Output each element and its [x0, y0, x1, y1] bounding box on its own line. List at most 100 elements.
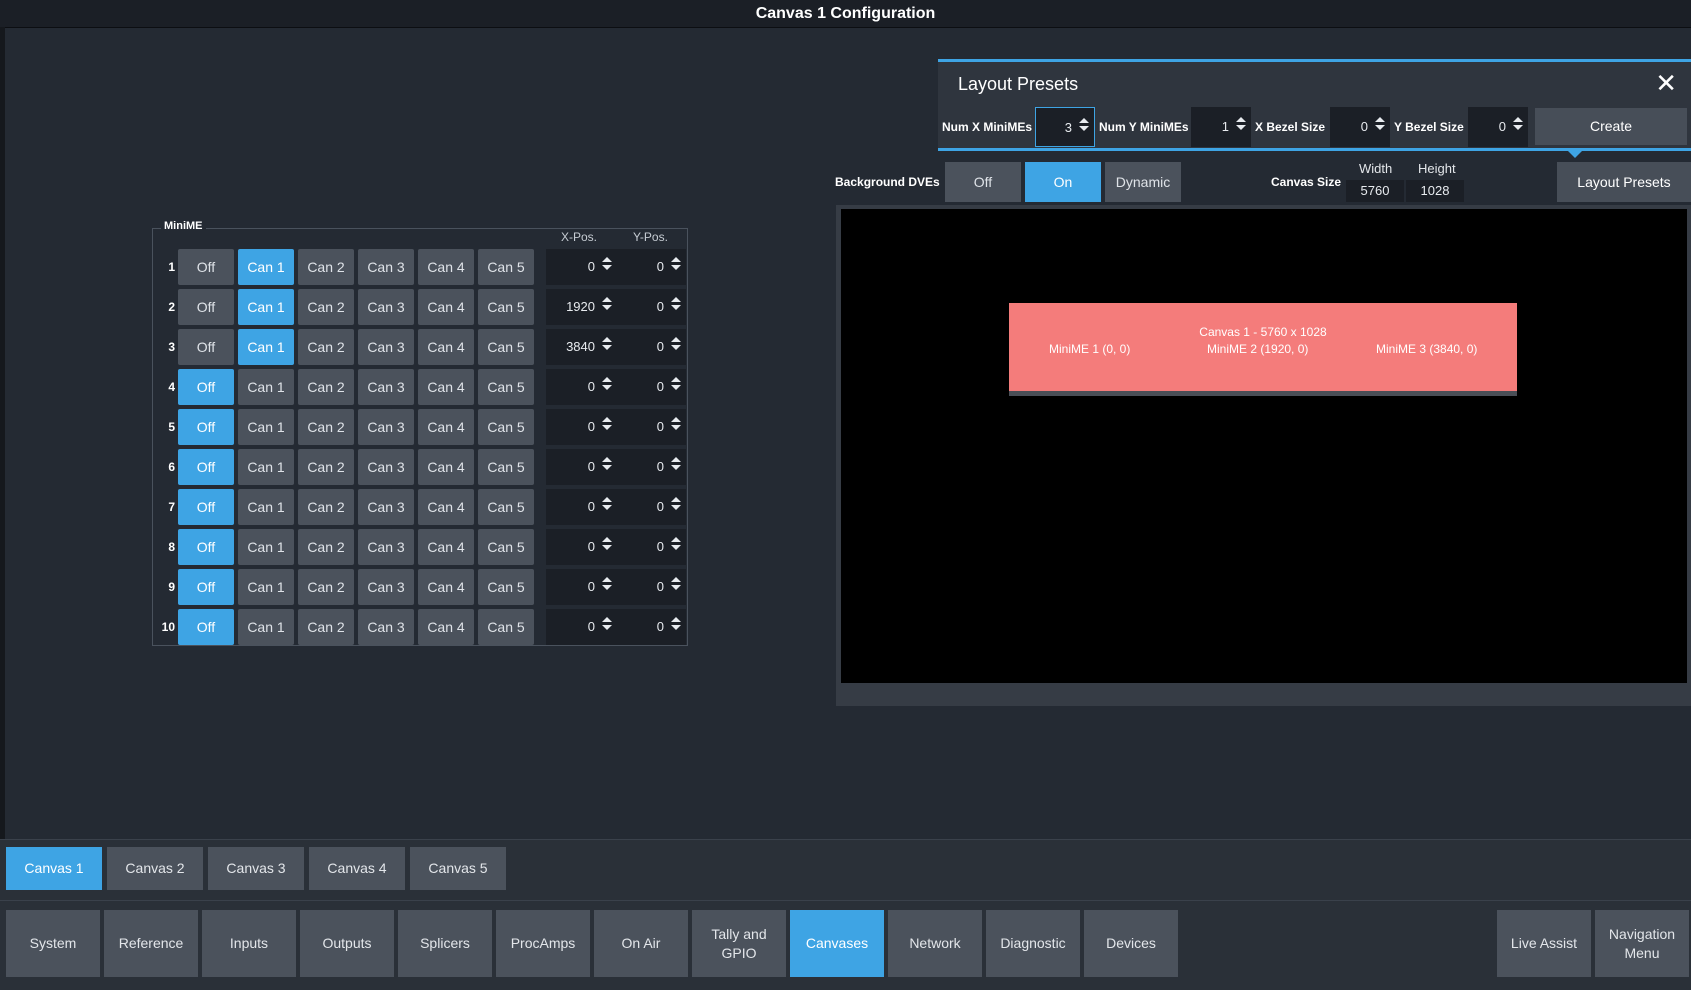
x-bezel-stepper-icon[interactable] — [1374, 114, 1386, 140]
can-2-button[interactable]: Can 2 — [298, 529, 354, 565]
y-pos-input[interactable]: 0 — [617, 449, 686, 485]
nav-diagnostic-button[interactable]: Diagnostic — [986, 910, 1080, 977]
tab-canvas-2[interactable]: Canvas 2 — [107, 847, 203, 890]
y-pos-stepper-icon[interactable] — [670, 334, 682, 360]
can-4-button[interactable]: Can 4 — [418, 289, 474, 325]
can-4-button[interactable]: Can 4 — [418, 489, 474, 525]
x-pos-stepper-icon[interactable] — [601, 254, 613, 280]
can-5-button[interactable]: Can 5 — [478, 449, 534, 485]
y-pos-input[interactable]: 0 — [617, 409, 686, 445]
nav-devices-button[interactable]: Devices — [1084, 910, 1178, 977]
off-button[interactable]: Off — [178, 609, 234, 645]
can-3-button[interactable]: Can 3 — [358, 489, 414, 525]
nav-on-air-button[interactable]: On Air — [594, 910, 688, 977]
x-pos-stepper-icon[interactable] — [601, 534, 613, 560]
tab-canvas-4[interactable]: Canvas 4 — [309, 847, 405, 890]
off-button[interactable]: Off — [178, 489, 234, 525]
x-bezel-size-input[interactable]: 0 — [1330, 107, 1390, 147]
x-pos-stepper-icon[interactable] — [601, 294, 613, 320]
can-1-button[interactable]: Can 1 — [238, 489, 294, 525]
can-4-button[interactable]: Can 4 — [418, 449, 474, 485]
y-pos-input[interactable]: 0 — [617, 529, 686, 565]
off-button[interactable]: Off — [178, 329, 234, 365]
x-pos-stepper-icon[interactable] — [601, 454, 613, 480]
tab-canvas-3[interactable]: Canvas 3 — [208, 847, 304, 890]
x-pos-stepper-icon[interactable] — [601, 374, 613, 400]
x-pos-input[interactable]: 1920 — [546, 289, 617, 325]
nav-navigation-menu-button[interactable]: Navigation Menu — [1595, 910, 1689, 977]
can-4-button[interactable]: Can 4 — [418, 609, 474, 645]
x-pos-stepper-icon[interactable] — [601, 574, 613, 600]
nav-tally-and-gpio-button[interactable]: Tally and GPIO — [692, 910, 786, 977]
nav-splicers-button[interactable]: Splicers — [398, 910, 492, 977]
can-3-button[interactable]: Can 3 — [358, 569, 414, 605]
can-5-button[interactable]: Can 5 — [478, 489, 534, 525]
can-2-button[interactable]: Can 2 — [298, 249, 354, 285]
can-2-button[interactable]: Can 2 — [298, 489, 354, 525]
off-button[interactable]: Off — [178, 369, 234, 405]
y-pos-input[interactable]: 0 — [617, 289, 686, 325]
y-pos-stepper-icon[interactable] — [670, 254, 682, 280]
x-pos-input[interactable]: 0 — [546, 249, 617, 285]
x-pos-stepper-icon[interactable] — [601, 614, 613, 640]
y-pos-input[interactable]: 0 — [617, 249, 686, 285]
can-4-button[interactable]: Can 4 — [418, 409, 474, 445]
can-1-button[interactable]: Can 1 — [238, 569, 294, 605]
nav-outputs-button[interactable]: Outputs — [300, 910, 394, 977]
can-3-button[interactable]: Can 3 — [358, 249, 414, 285]
y-pos-input[interactable]: 0 — [617, 369, 686, 405]
x-pos-input[interactable]: 0 — [546, 529, 617, 565]
can-5-button[interactable]: Can 5 — [478, 249, 534, 285]
can-1-button[interactable]: Can 1 — [238, 449, 294, 485]
can-1-button[interactable]: Can 1 — [238, 529, 294, 565]
nav-reference-button[interactable]: Reference — [104, 910, 198, 977]
can-2-button[interactable]: Can 2 — [298, 409, 354, 445]
can-5-button[interactable]: Can 5 — [478, 609, 534, 645]
x-pos-input[interactable]: 0 — [546, 489, 617, 525]
y-pos-input[interactable]: 0 — [617, 489, 686, 525]
tab-canvas-1[interactable]: Canvas 1 — [6, 847, 102, 890]
num-y-stepper-icon[interactable] — [1235, 114, 1247, 140]
nav-procamps-button[interactable]: ProcAmps — [496, 910, 590, 977]
can-5-button[interactable]: Can 5 — [478, 569, 534, 605]
can-1-button[interactable]: Can 1 — [238, 369, 294, 405]
can-1-button[interactable]: Can 1 — [238, 289, 294, 325]
can-2-button[interactable]: Can 2 — [298, 569, 354, 605]
x-pos-input[interactable]: 0 — [546, 609, 617, 645]
can-4-button[interactable]: Can 4 — [418, 249, 474, 285]
y-pos-input[interactable]: 0 — [617, 569, 686, 605]
y-pos-stepper-icon[interactable] — [670, 494, 682, 520]
can-1-button[interactable]: Can 1 — [238, 409, 294, 445]
nav-system-button[interactable]: System — [6, 910, 100, 977]
y-bezel-stepper-icon[interactable] — [1512, 114, 1524, 140]
x-pos-input[interactable]: 0 — [546, 409, 617, 445]
off-button[interactable]: Off — [178, 449, 234, 485]
can-2-button[interactable]: Can 2 — [298, 289, 354, 325]
can-1-button[interactable]: Can 1 — [238, 249, 294, 285]
can-2-button[interactable]: Can 2 — [298, 329, 354, 365]
can-3-button[interactable]: Can 3 — [358, 289, 414, 325]
x-pos-stepper-icon[interactable] — [601, 414, 613, 440]
close-icon[interactable]: ✕ — [1655, 68, 1677, 99]
nav-canvases-button[interactable]: Canvases — [790, 910, 884, 977]
off-button[interactable]: Off — [178, 409, 234, 445]
can-2-button[interactable]: Can 2 — [298, 449, 354, 485]
canvas-region[interactable]: Canvas 1 - 5760 x 1028 MiniME 1 (0, 0) M… — [1009, 303, 1517, 396]
can-1-button[interactable]: Can 1 — [238, 609, 294, 645]
y-pos-stepper-icon[interactable] — [670, 454, 682, 480]
nav-live-assist-button[interactable]: Live Assist — [1497, 910, 1591, 977]
x-pos-input[interactable]: 0 — [546, 449, 617, 485]
y-pos-stepper-icon[interactable] — [670, 294, 682, 320]
off-button[interactable]: Off — [178, 569, 234, 605]
x-pos-input[interactable]: 0 — [546, 369, 617, 405]
nav-network-button[interactable]: Network — [888, 910, 982, 977]
create-button[interactable]: Create — [1535, 108, 1687, 145]
can-4-button[interactable]: Can 4 — [418, 329, 474, 365]
num-x-minimes-input[interactable]: 3 — [1035, 107, 1095, 147]
background-dves-off-button[interactable]: Off — [945, 162, 1021, 202]
y-bezel-size-input[interactable]: 0 — [1468, 107, 1528, 147]
can-2-button[interactable]: Can 2 — [298, 369, 354, 405]
can-4-button[interactable]: Can 4 — [418, 369, 474, 405]
can-5-button[interactable]: Can 5 — [478, 409, 534, 445]
can-5-button[interactable]: Can 5 — [478, 369, 534, 405]
